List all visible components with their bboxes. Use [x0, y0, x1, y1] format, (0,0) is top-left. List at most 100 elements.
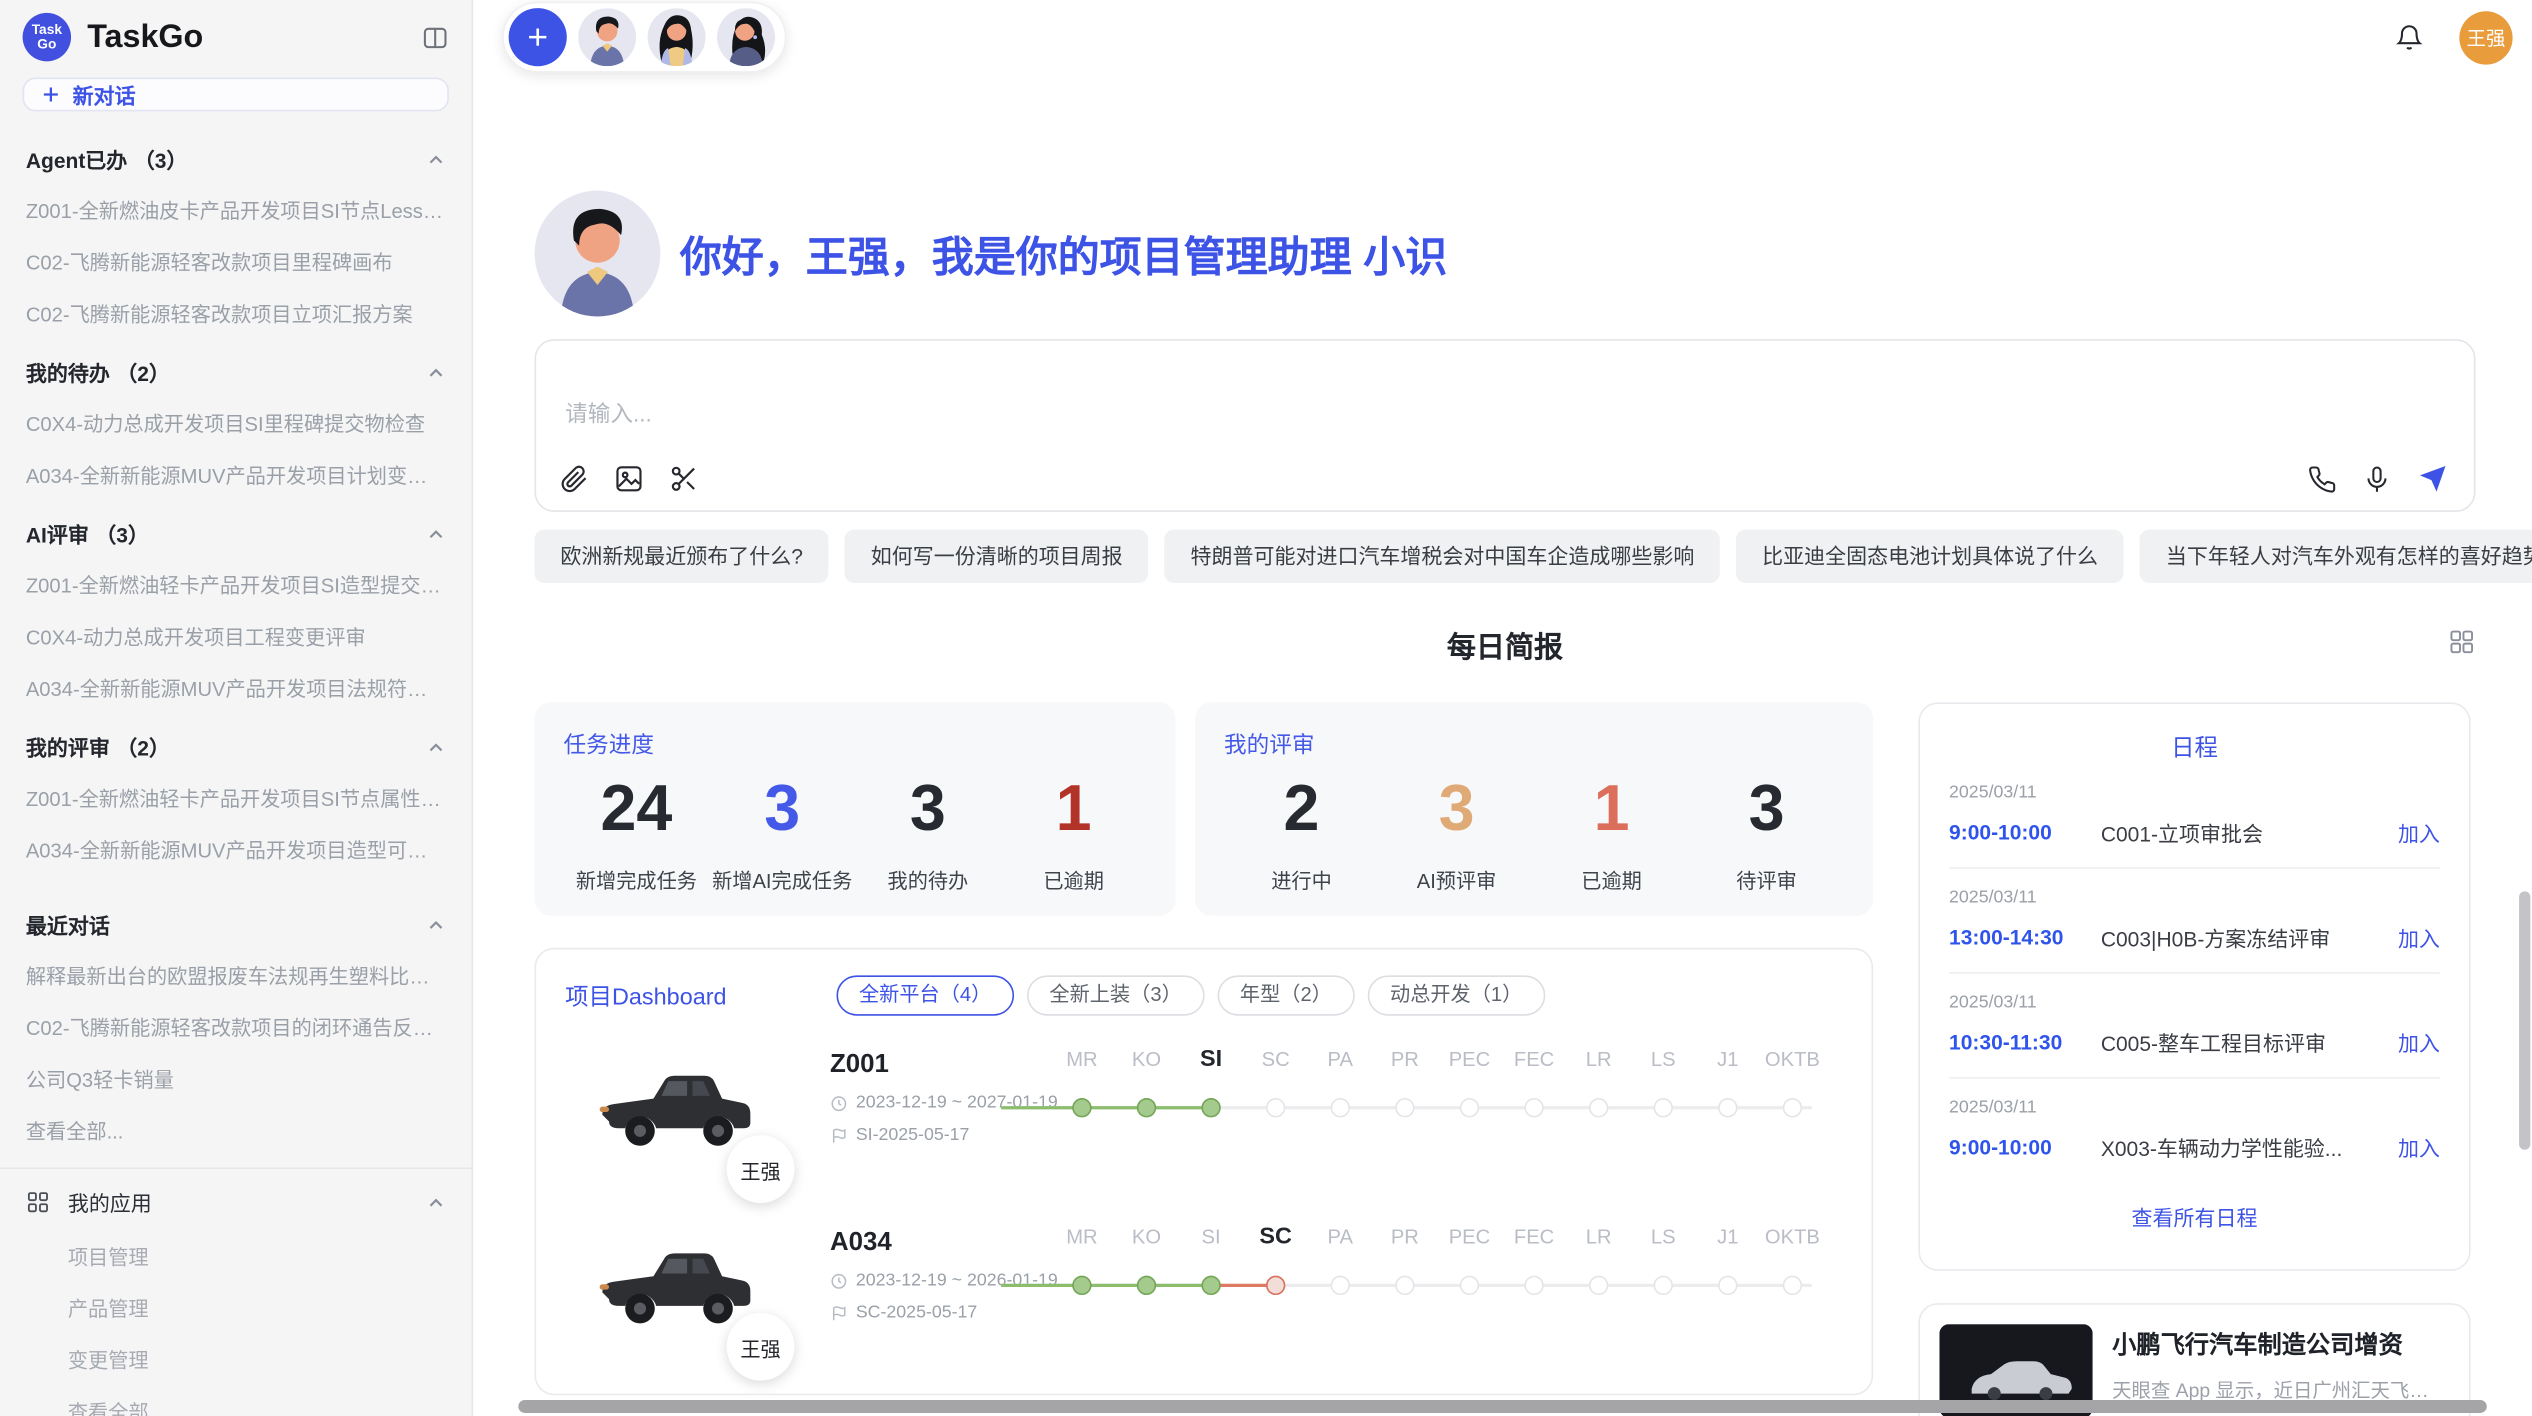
attachment-icon[interactable] [559, 463, 590, 494]
project-row[interactable]: 王强 Z001 2023-12-19 ~ 2027-01-19 [565, 1042, 1871, 1210]
section-agent-done[interactable]: Agent已办 （3） [0, 124, 472, 182]
microphone-icon[interactable] [2362, 464, 2391, 493]
filter-pill[interactable]: 年型（2） [1217, 975, 1354, 1015]
sidebar-task-item[interactable]: C02-飞腾新能源轻客改款项目立项汇报方案 [0, 286, 472, 338]
milestone-dot [1783, 1276, 1802, 1295]
milestone-dot [1718, 1098, 1737, 1117]
chevron-up-icon[interactable] [426, 737, 445, 756]
sidebar-task-item[interactable]: Z001-全新燃油皮卡产品开发项目SI节点Lesson Learn报告 [0, 182, 472, 234]
filter-pill[interactable]: 全新平台（4） [836, 975, 1014, 1015]
project-code: Z001 [830, 1051, 1037, 1080]
view-all-schedule-link[interactable]: 查看所有日程 [1949, 1201, 2440, 1232]
stage-label: SI [1202, 1226, 1221, 1249]
suggestion-chip[interactable]: 欧洲新规最近颁布了什么? [534, 530, 828, 583]
stat: 1 已逾期 [1534, 773, 1689, 894]
logo-text-bottom: Go [37, 37, 56, 51]
assistant-avatar-1[interactable] [578, 8, 636, 66]
chevron-up-icon[interactable] [426, 149, 445, 168]
section-my-review[interactable]: 我的评审 （2） [0, 712, 472, 770]
sidebar-task-item[interactable]: C0X4-动力总成开发项目工程变更评审 [0, 609, 472, 661]
stage-label: PEC [1449, 1226, 1491, 1249]
filter-pill[interactable]: 动总开发（1） [1367, 975, 1545, 1015]
stat-label: 已逾期 [1534, 864, 1689, 895]
chevron-up-icon[interactable] [426, 915, 445, 934]
recent-conversation-item[interactable]: C02-飞腾新能源轻客改款项目的闭环通告反馈情况 [0, 1000, 472, 1052]
sidebar-item-my-apps[interactable]: 我的应用 [0, 1176, 472, 1229]
section-my-review-list: Z001-全新燃油轻卡产品开发项目SI节点属性5D文件评审A034-全新新能源M… [0, 770, 472, 873]
milestone-dot [1460, 1098, 1479, 1117]
phone-icon[interactable] [2308, 464, 2337, 493]
content: 你好，王强，我是你的项目管理助理 小识 欧洲新规最近颁布了什么? 如何写一份清晰的… [473, 74, 2532, 1416]
app-subitem[interactable]: 变更管理 [0, 1332, 472, 1384]
collapse-sidebar-icon[interactable] [421, 23, 448, 50]
schedule-date: 2025/03/11 [1949, 993, 2440, 1012]
section-recent[interactable]: 最近对话 [0, 874, 472, 948]
milestone-dot [1524, 1098, 1543, 1117]
milestone-dot [1589, 1098, 1608, 1117]
sidebar-task-item[interactable]: C0X4-动力总成开发项目SI里程碑提交物检查 [0, 396, 472, 448]
add-assistant-button[interactable] [509, 8, 567, 66]
suggestion-chip[interactable]: 如何写一份清晰的项目周报 [845, 530, 1149, 583]
recent-conversation-item[interactable]: 解释最新出台的欧盟报废车法规再生塑料比例被调至15%... [0, 948, 472, 1000]
assistant-avatar-2[interactable] [648, 8, 706, 66]
schedule-date: 2025/03/11 [1949, 888, 2440, 907]
schedule-item: 2025/03/11 9:00-10:00 X003-车辆动力学性能验... 加… [1949, 1079, 2440, 1182]
sidebar-task-item[interactable]: A034-全新新能源MUV产品开发项目造型可行性评审 [0, 822, 472, 874]
chat-composer [534, 339, 2475, 512]
recent-conversation-item[interactable]: 公司Q3轻卡销量 [0, 1051, 472, 1103]
sidebar-task-item[interactable]: A034-全新新能源MUV产品开发项目计划变更表编写 [0, 447, 472, 499]
join-button[interactable]: 加入 [2398, 922, 2440, 953]
assistant-avatar-3[interactable] [717, 8, 775, 66]
scissors-icon[interactable] [669, 463, 700, 494]
suggestion-chip[interactable]: 特朗普可能对进口汽车增税会对中国车企造成哪些影响 [1165, 530, 1721, 583]
filter-pill[interactable]: 全新上装（3） [1027, 975, 1205, 1015]
image-icon[interactable] [614, 463, 645, 494]
app-subitem[interactable]: 产品管理 [0, 1281, 472, 1333]
join-button[interactable]: 加入 [2398, 817, 2440, 848]
vertical-scrollbar[interactable] [2519, 891, 2530, 1149]
send-icon[interactable] [2417, 463, 2448, 494]
notifications-bell-icon[interactable] [2395, 23, 2424, 52]
chevron-up-icon[interactable] [426, 524, 445, 543]
schedule-card: 日程 2025/03/11 9:00-10:00 C001-立项审批会 加入 [1918, 702, 2470, 1270]
new-chat-button[interactable]: 新对话 [23, 78, 449, 112]
milestone-dot [1524, 1276, 1543, 1295]
chevron-up-icon[interactable] [426, 1193, 445, 1212]
chat-input[interactable] [562, 399, 1925, 428]
join-button[interactable]: 加入 [2398, 1027, 2440, 1058]
milestone-dot [1072, 1098, 1091, 1117]
section-count: （2） [116, 731, 170, 762]
apps-sublist: 项目管理产品管理变更管理查看全部... [0, 1229, 472, 1416]
milestone-dot [1266, 1276, 1285, 1295]
sidebar-task-item[interactable]: A034-全新新能源MUV产品开发项目法规符合性评审 [0, 660, 472, 712]
milestone-dot [1137, 1098, 1156, 1117]
join-button[interactable]: 加入 [2398, 1132, 2440, 1163]
schedule-list: 2025/03/11 9:00-10:00 C001-立项审批会 加入 [1949, 764, 2440, 1182]
milestone-track [1050, 1274, 1825, 1297]
milestone-dot [1331, 1098, 1350, 1117]
sidebar-task-item[interactable]: Z001-全新燃油轻卡产品开发项目SI节点属性5D文件评审 [0, 770, 472, 822]
milestone-dot [1331, 1276, 1350, 1295]
app-subitem[interactable]: 查看全部... [0, 1384, 472, 1416]
app-subitem[interactable]: 项目管理 [0, 1229, 472, 1281]
section-ai-review[interactable]: AI评审 （3） [0, 499, 472, 557]
suggestion-chip[interactable]: 比亚迪全固态电池计划具体说了什么 [1736, 530, 2124, 583]
project-row[interactable]: 王强 A034 2023-12-19 ~ 2026-01-19 [565, 1219, 1871, 1387]
recent-conversation-item[interactable]: 查看全部... [0, 1103, 472, 1155]
milestone-dot [1589, 1276, 1608, 1295]
suggestion-chip[interactable]: 当下年轻人对汽车外观有怎样的喜好趋势 [2140, 530, 2532, 583]
milestone-track [1050, 1096, 1825, 1119]
user-avatar[interactable]: 王强 [2459, 10, 2512, 63]
layout-switcher-icon[interactable] [2448, 628, 2475, 655]
stat-label: 新增完成任务 [564, 864, 710, 895]
greeting-text: 你好，王强，我是你的项目管理助理 小识 [680, 224, 1447, 284]
sidebar-task-item[interactable]: C02-飞腾新能源轻客改款项目里程碑画布 [0, 234, 472, 286]
section-my-todo[interactable]: 我的待办 （2） [0, 337, 472, 395]
project-image: 王强 [594, 1042, 755, 1210]
sidebar-task-item[interactable]: Z001-全新燃油轻卡产品开发项目SI造型提交物评审 [0, 557, 472, 609]
project-dashboard-card: 项目Dashboard 全新平台（4）全新上装（3）年型（2）动总开发（1） 王… [534, 948, 1873, 1395]
horizontal-scrollbar[interactable] [518, 1400, 2486, 1413]
stat-value: 3 [855, 773, 1001, 844]
stat-value: 3 [1379, 773, 1534, 844]
chevron-up-icon[interactable] [426, 363, 445, 382]
